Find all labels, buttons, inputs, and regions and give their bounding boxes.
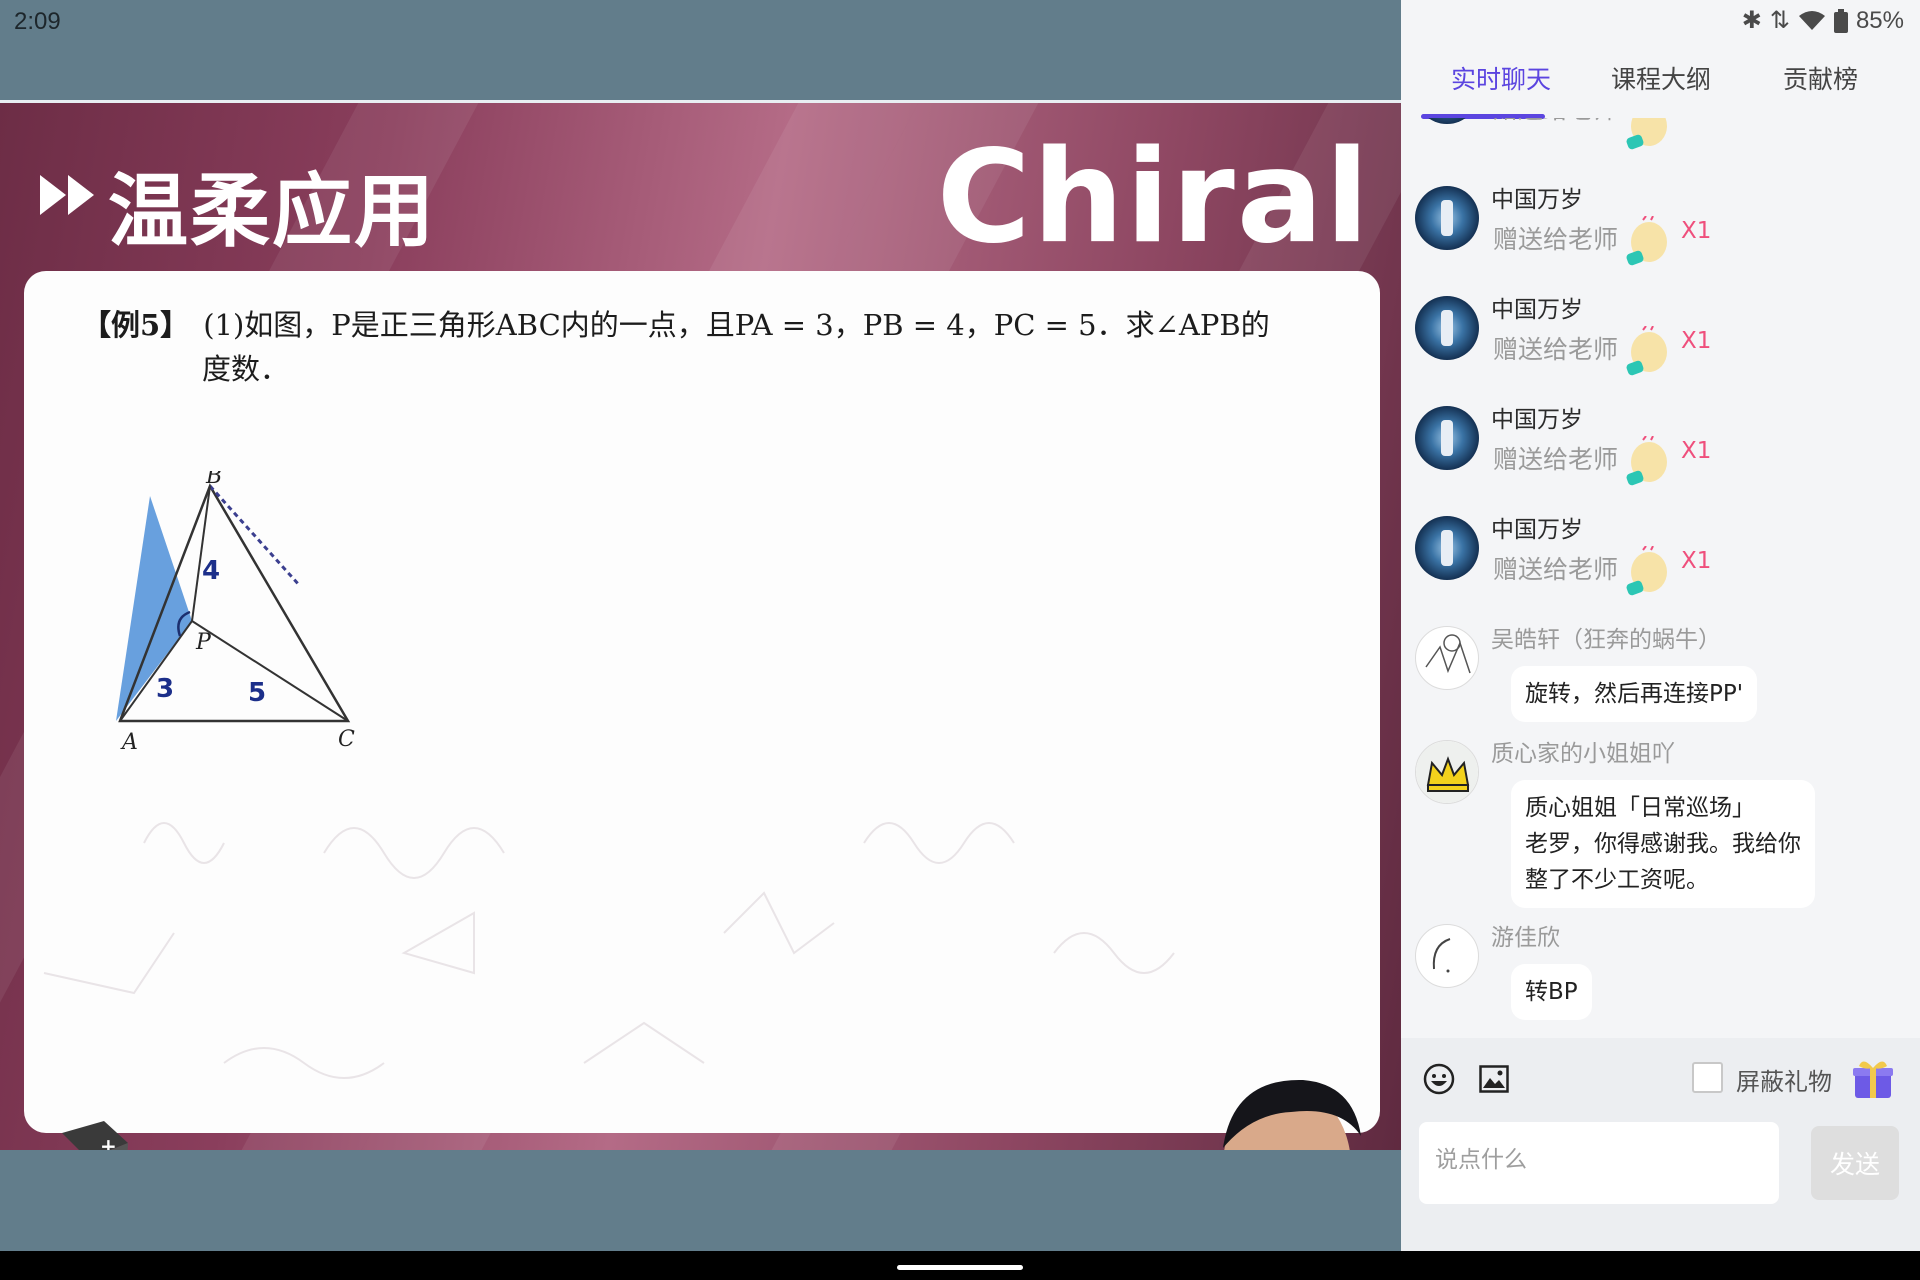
chat-input-bar: 屏蔽礼物 说点什么 发送	[1401, 1038, 1920, 1251]
default-avatar-icon	[1432, 938, 1451, 973]
avatar[interactable]	[1415, 516, 1479, 580]
block-gifts-checkbox[interactable]	[1692, 1062, 1723, 1093]
triangle-figure: B A C P 3 4 5	[116, 471, 355, 751]
username: 中国万岁	[1491, 407, 1583, 433]
image-icon[interactable]	[1479, 1065, 1509, 1093]
tab-bar: 实时聊天 课程大纲 贡献榜	[1401, 60, 1920, 119]
rotation-shading	[116, 496, 192, 721]
battery-icon	[1833, 8, 1848, 33]
tab-course-outline[interactable]: 课程大纲	[1611, 60, 1711, 96]
avatar[interactable]	[1415, 740, 1479, 804]
avatar[interactable]	[1415, 924, 1479, 988]
wifi-icon	[1798, 10, 1825, 30]
segment-pc	[191, 620, 349, 722]
gift-count: X1	[1681, 328, 1712, 354]
username: 游佳欣	[1491, 925, 1560, 951]
gift-text: 赠送给老师	[1493, 225, 1619, 254]
gift-count: X1	[1681, 548, 1712, 574]
avatar[interactable]	[1415, 118, 1479, 124]
clap-gift-icon	[1626, 326, 1667, 376]
gift-message: 中国万岁 赠送给老师 X1	[1401, 180, 1920, 280]
clap-gift-icon	[1626, 216, 1667, 266]
chat-message: 吴皓轩（狂奔的蜗牛） 旋转，然后再连接PP'	[1401, 620, 1920, 730]
message-bubble: 旋转，然后再连接PP'	[1511, 666, 1758, 722]
example-tag: 【例5】	[82, 308, 190, 342]
clap-gift-icon	[1626, 436, 1667, 486]
label-pc: 5	[248, 678, 266, 708]
send-button[interactable]: 发送	[1811, 1126, 1899, 1200]
emoji-icon[interactable]	[1423, 1063, 1455, 1095]
problem-line-2: 度数．	[202, 352, 290, 386]
crown-avatar-icon	[1416, 741, 1478, 803]
message-bubble: 转BP	[1511, 964, 1592, 1020]
label-pa: 3	[156, 674, 174, 704]
block-gifts-label[interactable]: 屏蔽礼物	[1736, 1062, 1832, 1097]
clap-gift-icon	[1626, 118, 1667, 150]
formula-watermark	[43, 822, 1175, 1079]
clap-gift-icon	[1626, 546, 1667, 596]
username: 质心家的小姐姐吖	[1491, 741, 1675, 767]
gift-text: 赠送给老师	[1493, 445, 1619, 474]
message-input[interactable]: 说点什么	[1419, 1122, 1779, 1204]
status-bar: ✱ ⇅ 85%	[1742, 6, 1904, 35]
problem-text: 【例5】 (1)如图，P是正三角形ABC内的一点，且PA = 3，PB = 4，P…	[82, 303, 1372, 391]
gift-count: X1	[1681, 438, 1712, 464]
gift-count: X1	[1681, 218, 1712, 244]
gift-text: 赠送给老师	[1493, 555, 1619, 584]
gift-message: 中国万岁 赠送给老师 X1	[1401, 510, 1920, 610]
gift-message: 中国万岁 赠送给老师 X1	[1401, 290, 1920, 390]
username: 中国万岁	[1491, 297, 1583, 323]
avatar[interactable]	[1415, 186, 1479, 250]
math-dice-decoration: % % x +	[62, 1121, 128, 1150]
label-p: P	[195, 630, 212, 655]
chat-list[interactable]: 赠送给老师 X1 中国万岁 赠送给老师 X1 中国万岁 赠送给老	[1401, 118, 1920, 1038]
message-bubble: 质心姐姐「日常巡场」 老罗，你得感谢我。我给你 整了不少工资呢。	[1511, 780, 1815, 908]
tab-contribution-rank[interactable]: 贡献榜	[1783, 60, 1858, 96]
app-root: 2:09 温柔应用 Chiral 【例5】 (1)如图，P是正三角形ABC内的一…	[0, 0, 1920, 1280]
system-nav-bar	[0, 1251, 1920, 1280]
dashed-line	[208, 484, 302, 588]
chat-message: 质心家的小姐姐吖 质心姐姐「日常巡场」 老罗，你得感谢我。我给你 整了不少工资呢…	[1401, 734, 1920, 908]
play-arrow-icon	[40, 175, 94, 215]
side-panel: ✱ ⇅ 85% 实时聊天 课程大纲 贡献榜 赠送给老师 X1	[1401, 0, 1920, 1251]
avatar[interactable]	[1415, 406, 1479, 470]
tab-live-chat[interactable]: 实时聊天	[1451, 60, 1551, 96]
brand-logo: Chiral	[936, 123, 1371, 272]
gift-text: 赠送给老师	[1493, 335, 1619, 364]
username: 中国万岁	[1491, 187, 1583, 213]
username: 中国万岁	[1491, 517, 1583, 543]
label-c: C	[338, 727, 355, 751]
slide-header-title: 温柔应用	[108, 165, 436, 258]
gift-text: 赠送给老师	[1493, 118, 1618, 126]
label-b: B	[205, 471, 222, 489]
battery-level: 85%	[1855, 6, 1904, 34]
bluetooth-icon: ✱	[1741, 7, 1762, 34]
problem-line-1: (1)如图，P是正三角形ABC内的一点，且PA = 3，PB = 4，PC = …	[203, 308, 1270, 342]
lecture-slide: 温柔应用 Chiral 【例5】 (1)如图，P是正三角形ABC内的一点，且PA…	[0, 103, 1401, 1150]
slide-card: 【例5】 (1)如图，P是正三角形ABC内的一点，且PA = 3，PB = 4，P…	[24, 271, 1380, 1133]
signal-icon: ⇅	[1769, 7, 1790, 34]
gift-message: 中国万岁 赠送给老师 X1	[1401, 400, 1920, 500]
label-a: A	[120, 730, 138, 751]
avatar[interactable]	[1415, 296, 1479, 360]
gift-message-partial: 赠送给老师 X1	[1401, 118, 1920, 150]
video-area[interactable]: 2:09 温柔应用 Chiral 【例5】 (1)如图，P是正三角形ABC内的一…	[0, 0, 1401, 1251]
label-pb: 4	[202, 556, 220, 586]
svg-text:+: +	[100, 1134, 117, 1150]
status-time: 2:09	[14, 8, 61, 35]
chat-message: 游佳欣 转BP	[1401, 918, 1920, 1028]
gift-box-icon[interactable]	[1851, 1058, 1895, 1100]
home-gesture-handle[interactable]	[897, 1265, 1023, 1270]
teacher-video	[1223, 1079, 1361, 1150]
sketch-avatar-icon	[1425, 634, 1471, 674]
avatar[interactable]	[1415, 626, 1479, 690]
username: 吴皓轩（狂奔的蜗牛）	[1491, 627, 1721, 653]
